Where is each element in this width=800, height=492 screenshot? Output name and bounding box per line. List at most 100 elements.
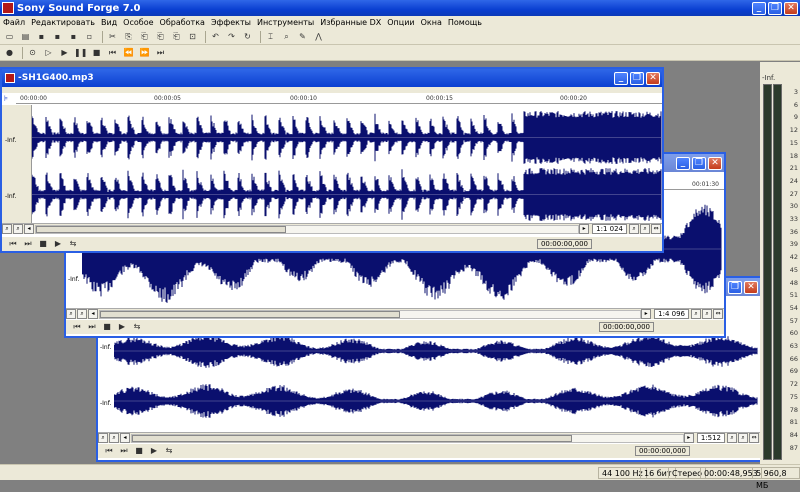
data-window-front[interactable]: -SH1G400.mp3 _ ❐ ✕ ⊧ 00:00:00 00:00:05 0… [0,67,664,253]
horizontal-scrollbar[interactable]: ⌕ ⌕ ◂ ▸ 1:512 ⌕ ⌕ ⇔ [98,432,760,443]
play-icon[interactable]: ▶ [148,445,160,457]
edit-tool-icon[interactable]: ⌶ [264,31,277,43]
fit-icon[interactable]: ⇔ [651,224,661,234]
copy-icon[interactable]: ⎘ [122,31,135,43]
go-to-start-icon[interactable]: ⏮ [71,321,83,333]
go-to-start-icon[interactable]: ⏮ [7,238,19,250]
menu-help[interactable]: Помощь [445,18,485,27]
menu-view[interactable]: Вид [98,18,120,27]
render-icon[interactable]: ▫ [83,31,96,43]
new-icon[interactable]: ▭ [3,31,16,43]
scroll-track[interactable] [99,309,642,319]
zoom-in-icon[interactable]: ⌕ [77,309,87,319]
level-meter[interactable]: -Inf. 3 6 9 12 15 18 21 24 27 30 33 36 39 42 45 48 51 54 5… [760,62,800,464]
pause-icon[interactable]: ❚❚ [74,47,87,59]
menu-process[interactable]: Обработка [157,18,208,27]
menu-tools[interactable]: Инструменты [254,18,317,27]
loop-icon[interactable]: ⊙ [26,47,39,59]
zoom-out-icon[interactable]: ⌕ [2,224,12,234]
menu-special[interactable]: Особое [120,18,156,27]
play-looped-icon[interactable]: ⇆ [163,445,175,457]
data-window-titlebar[interactable]: -SH1G400.mp3 _ ❐ ✕ [2,69,662,87]
cursor-position[interactable]: 00:00:00,000 [634,446,690,456]
scroll-right-icon[interactable]: ▸ [683,433,694,443]
scroll-left-icon[interactable]: ◂ [120,433,130,443]
horizontal-scrollbar[interactable]: ⌕ ⌕ ◂ ▸ 1:4 096 ⌕ ⌕ ⇔ [66,308,724,319]
maximize-button[interactable]: ❐ [768,1,782,15]
go-to-end-icon[interactable]: ⏭ [154,47,167,59]
waveform[interactable] [114,326,758,426]
pencil-tool-icon[interactable]: ✎ [296,31,309,43]
save-as-icon[interactable]: ▪ [51,31,64,43]
play-icon[interactable]: ▶ [116,321,128,333]
magnify-tool-icon[interactable]: ⌕ [280,31,293,43]
forward-icon[interactable]: ⏩ [138,47,151,59]
fit-icon[interactable]: ⇔ [749,433,759,443]
close-button[interactable]: ✕ [646,71,660,85]
play-looped-icon[interactable]: ⇆ [131,321,143,333]
zoom-out-icon[interactable]: ⌕ [691,309,701,319]
time-ruler[interactable]: 00:00:00 00:00:05 00:00:10 00:00:15 00:0… [16,94,662,104]
play-looped-icon[interactable]: ⇆ [67,238,79,250]
cursor-position[interactable]: 00:00:00,000 [536,239,592,249]
undo-icon[interactable]: ↶ [209,31,222,43]
maximize-button[interactable]: ❐ [728,280,742,294]
zoom-in-icon[interactable]: ⌕ [109,433,119,443]
zoom-ratio[interactable]: 1:512 [696,433,725,443]
go-to-end-icon[interactable]: ⏭ [86,321,98,333]
envelope-tool-icon[interactable]: ⋀ [312,31,325,43]
maximize-button[interactable]: ❐ [692,156,706,170]
scroll-track[interactable] [131,433,684,443]
cut-icon[interactable]: ✂ [106,31,119,43]
zoom-out-icon[interactable]: ⌕ [727,433,737,443]
scroll-thumb[interactable] [100,310,400,318]
close-button[interactable]: ✕ [708,156,722,170]
scroll-right-icon[interactable]: ▸ [641,309,652,319]
minimize-button[interactable]: _ [752,1,766,15]
play-icon[interactable]: ▶ [52,238,64,250]
stop-icon[interactable]: ■ [90,47,103,59]
zoom-in-icon[interactable]: ⌕ [640,224,650,234]
redo-icon[interactable]: ↷ [225,31,238,43]
fit-icon[interactable]: ⇔ [713,309,723,319]
open-icon[interactable]: ▤ [19,31,32,43]
go-to-start-icon[interactable]: ⏮ [103,445,115,457]
maximize-button[interactable]: ❐ [630,71,644,85]
minimize-button[interactable]: _ [676,156,690,170]
stop-icon[interactable]: ■ [101,321,113,333]
menu-file[interactable]: Файл [0,18,28,27]
menu-effects[interactable]: Эффекты [208,18,254,27]
cursor-position[interactable]: 00:00:00,000 [598,322,654,332]
record-icon[interactable]: ● [3,47,16,59]
menu-options[interactable]: Опции [384,18,417,27]
trim-icon[interactable]: ⊡ [186,31,199,43]
zoom-in-icon[interactable]: ⌕ [702,309,712,319]
menu-edit[interactable]: Редактировать [28,18,98,27]
play-all-icon[interactable]: ▷ [42,47,55,59]
menu-favorites-dx[interactable]: Избранные DX [317,18,384,27]
mix-icon[interactable]: ⎗ [154,31,167,43]
close-button[interactable]: ✕ [784,1,798,15]
scroll-left-icon[interactable]: ◂ [24,224,34,234]
go-to-end-icon[interactable]: ⏭ [22,238,34,250]
repeat-icon[interactable]: ↻ [241,31,254,43]
waveform[interactable] [32,109,662,223]
scroll-thumb[interactable] [132,434,572,442]
go-to-start-icon[interactable]: ⏮ [106,47,119,59]
horizontal-scrollbar[interactable]: ⌕ ⌕ ◂ ▸ 1:1 024 ⌕ ⌕ ⇔ [2,223,662,234]
close-button[interactable]: ✕ [744,280,758,294]
zoom-ratio[interactable]: 1:4 096 [654,309,689,319]
zoom-ratio[interactable]: 1:1 024 [592,224,627,234]
minimize-button[interactable]: _ [614,71,628,85]
zoom-in-icon[interactable]: ⌕ [738,433,748,443]
stop-icon[interactable]: ■ [37,238,49,250]
paste-icon[interactable]: ⎗ [138,31,151,43]
save-all-icon[interactable]: ▪ [67,31,80,43]
overview-bar[interactable] [2,87,662,93]
menu-window[interactable]: Окна [418,18,445,27]
scroll-track[interactable] [35,224,580,234]
scroll-thumb[interactable] [36,225,286,233]
rewind-icon[interactable]: ⏪ [122,47,135,59]
zoom-out-icon[interactable]: ⌕ [98,433,108,443]
scroll-right-icon[interactable]: ▸ [579,224,590,234]
